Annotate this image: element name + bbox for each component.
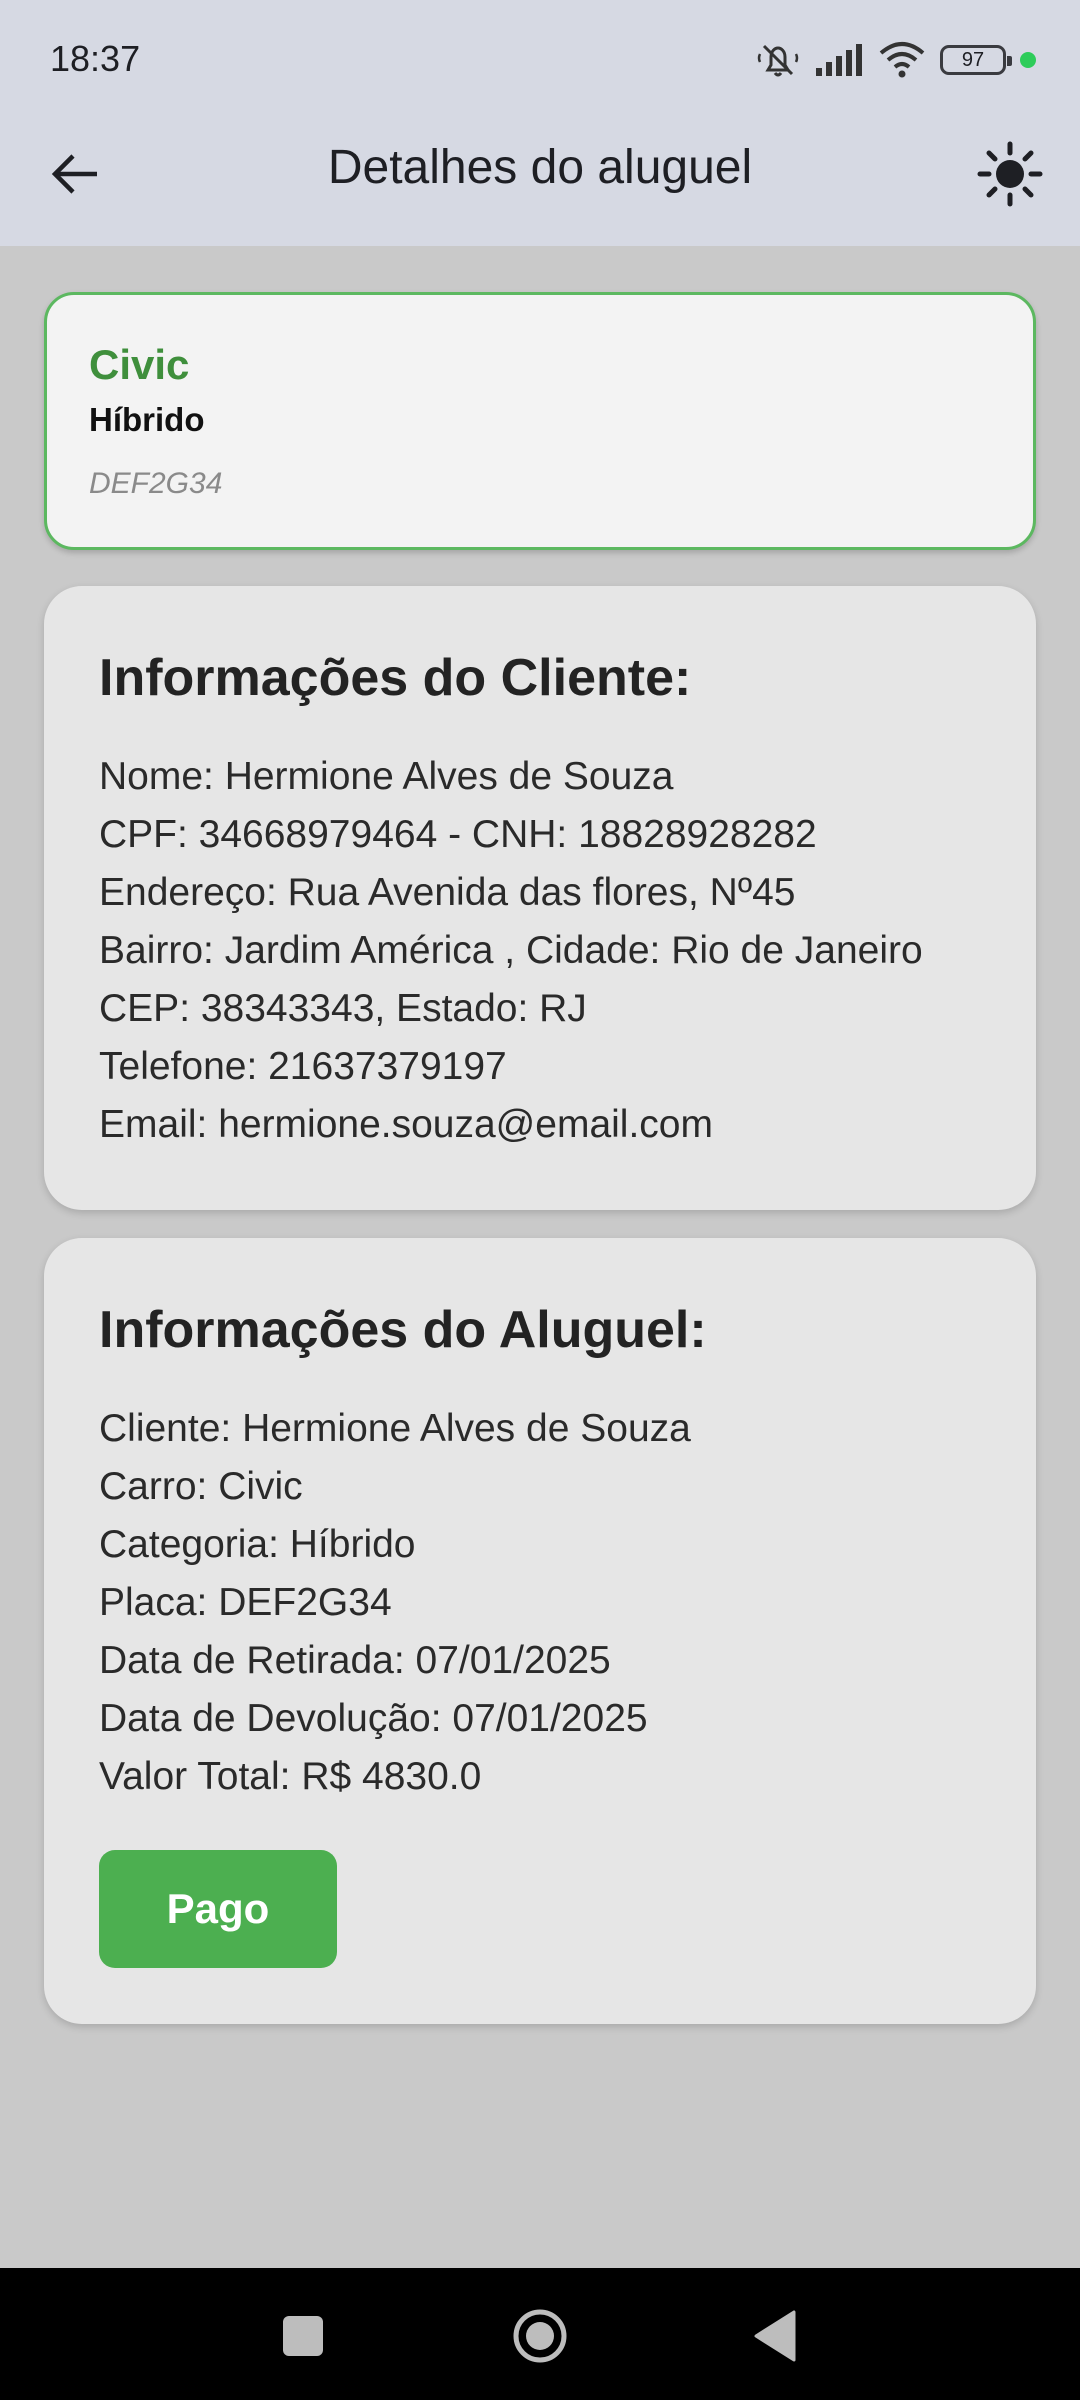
- rental-car: Carro: Civic: [99, 1465, 303, 1508]
- client-documents: CPF: 34668979464 - CNH: 18828928282: [99, 813, 817, 856]
- theme-toggle-button[interactable]: [970, 134, 1050, 214]
- page-title: Detalhes do aluguel: [327, 141, 753, 194]
- client-zip-state: CEP: 38343343, Estado: RJ: [99, 987, 587, 1030]
- car-plate: DEF2G34: [89, 467, 223, 500]
- client-district-city: Bairro: Jardim América , Cidade: Rio de …: [99, 929, 923, 972]
- rental-category: Categoria: Híbrido: [99, 1523, 416, 1566]
- rental-info-heading: Informações do Aluguel:: [99, 1301, 707, 1359]
- rental-return-date: Data de Devolução: 07/01/2025: [99, 1697, 648, 1740]
- rental-total: Valor Total: R$ 4830.0: [99, 1755, 482, 1798]
- wifi-icon: [878, 41, 926, 79]
- battery-icon: 97: [940, 45, 1012, 75]
- privacy-indicator-dot: [1020, 52, 1036, 68]
- rental-client: Cliente: Hermione Alves de Souza: [99, 1407, 691, 1450]
- client-info-heading: Informações do Cliente:: [99, 649, 692, 707]
- car-card[interactable]: Civic Híbrido DEF2G34: [44, 292, 1036, 550]
- status-icons: 97: [756, 36, 1036, 84]
- rental-plate: Placa: DEF2G34: [99, 1581, 392, 1624]
- rental-info-lines: Cliente: Hermione Alves de Souza Carro: …: [99, 1400, 691, 1806]
- status-bar: 18:37 97: [0, 0, 1080, 120]
- top-bar: 18:37 97 Detalhes do aluguel: [0, 0, 1080, 246]
- brightness-icon: [977, 141, 1043, 207]
- signal-icon: [814, 42, 864, 78]
- client-phone: Telefone: 21637379197: [99, 1045, 507, 1088]
- mute-icon: [756, 40, 800, 80]
- rental-pickup-date: Data de Retirada: 07/01/2025: [99, 1639, 611, 1682]
- recent-apps-button[interactable]: [283, 2316, 323, 2356]
- rental-info-card: Informações do Aluguel: Cliente: Hermion…: [44, 1238, 1036, 2024]
- paid-status-button[interactable]: Pago: [99, 1850, 337, 1968]
- client-email: Email: hermione.souza@email.com: [99, 1103, 713, 1146]
- car-model: Civic: [89, 341, 190, 388]
- status-time: 18:37: [50, 38, 141, 79]
- content-area: Civic Híbrido DEF2G34 Informações do Cli…: [0, 246, 1080, 2268]
- client-info-card: Informações do Cliente: Nome: Hermione A…: [44, 586, 1036, 1210]
- client-name: Nome: Hermione Alves de Souza: [99, 755, 674, 798]
- app-bar: Detalhes do aluguel: [0, 120, 1080, 246]
- nav-back-button[interactable]: [752, 2310, 796, 2362]
- client-address: Endereço: Rua Avenida das flores, Nº45: [99, 871, 796, 914]
- system-nav-bar: [0, 2268, 1080, 2400]
- home-button[interactable]: [512, 2308, 568, 2364]
- car-category: Híbrido: [89, 401, 205, 438]
- client-info-lines: Nome: Hermione Alves de Souza CPF: 34668…: [99, 748, 923, 1154]
